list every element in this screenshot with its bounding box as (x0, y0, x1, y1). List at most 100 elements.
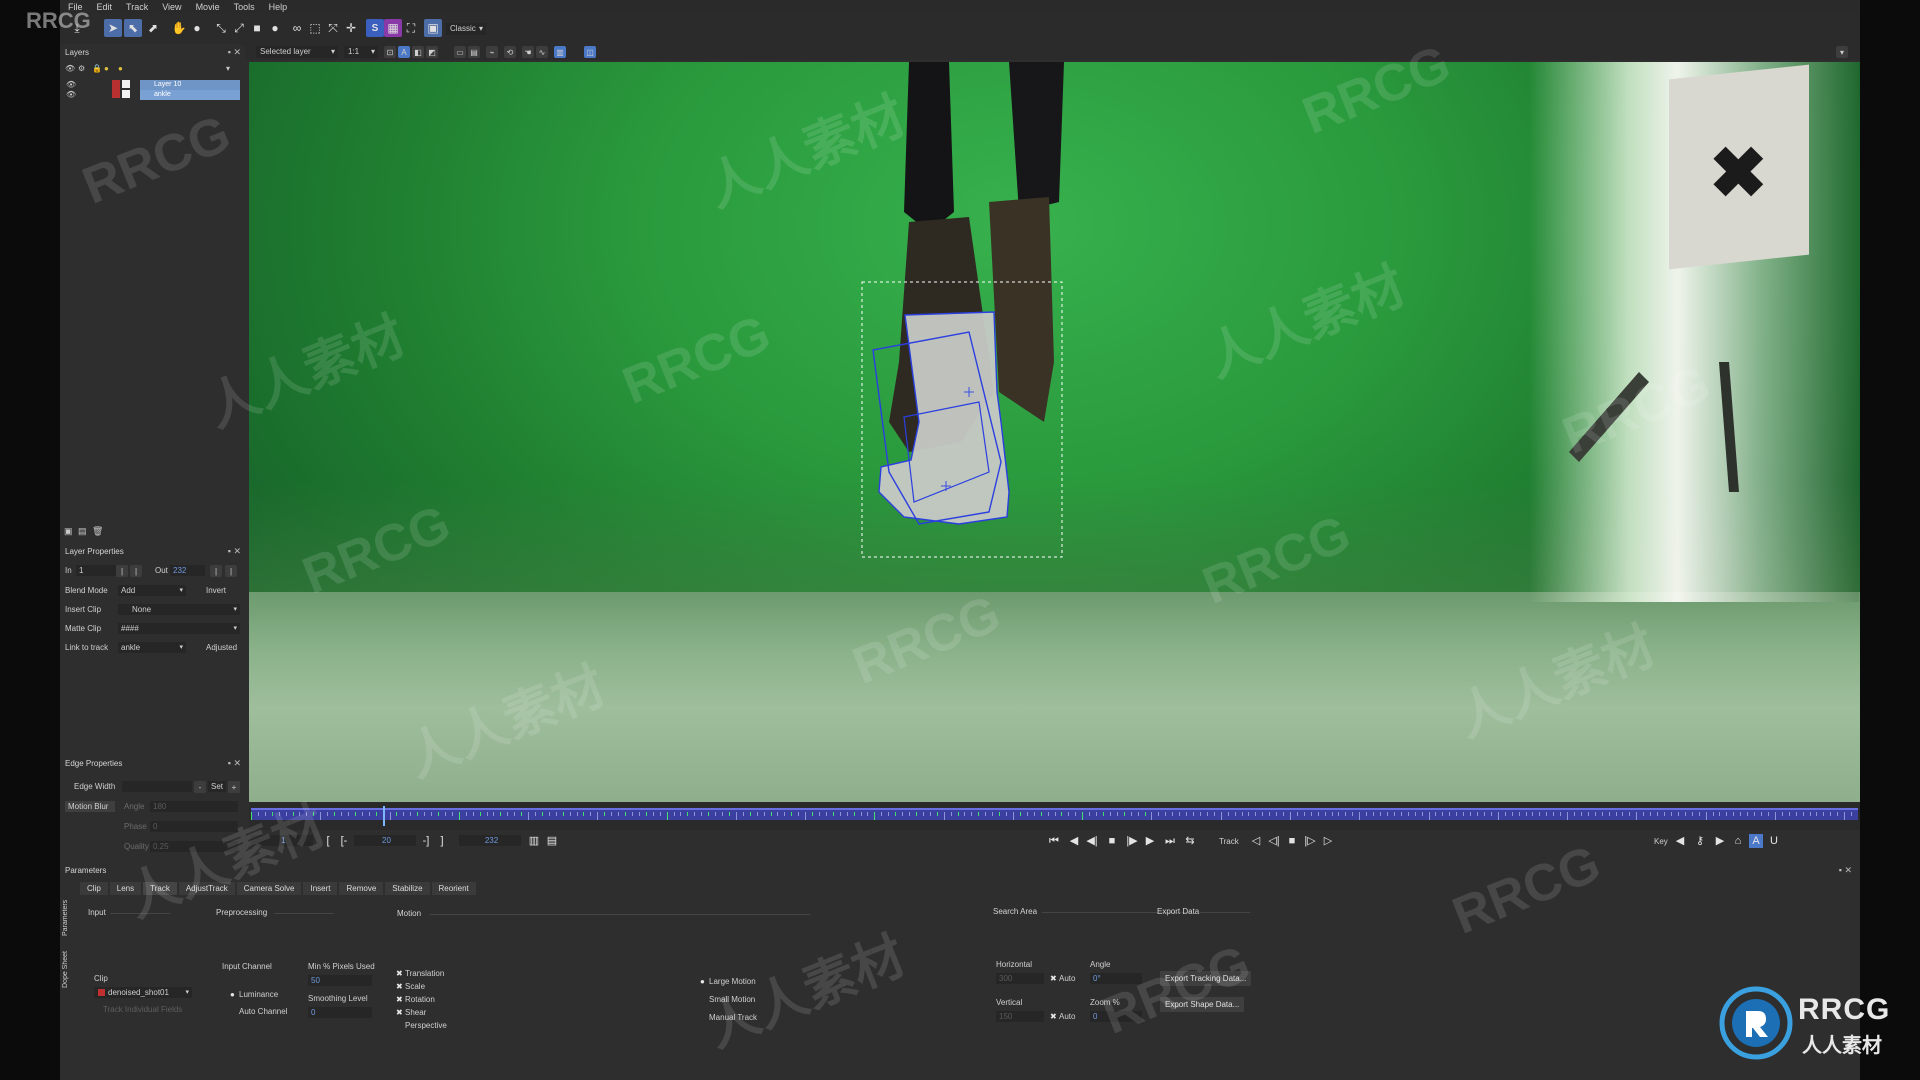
create-bezier-icon[interactable]: ⤡ (212, 19, 230, 37)
blend-mode-select[interactable]: Add (118, 585, 186, 596)
show-planes-icon[interactable]: ▭ (454, 46, 466, 58)
layer-options-icon[interactable]: ▾ (226, 64, 230, 73)
in-go-button[interactable]: | (130, 565, 142, 577)
step-forward-icon[interactable]: |▶ (1125, 834, 1139, 848)
next-key-icon[interactable]: ▶ (1713, 834, 1727, 848)
show-overlay-icon[interactable]: ◩ (426, 46, 438, 58)
range-icon[interactable]: ▥ (527, 834, 541, 848)
luminance-radio[interactable]: ● Luminance (230, 990, 278, 999)
cache-icon[interactable]: ▤ (545, 834, 559, 848)
insert-clip-select[interactable]: None (118, 604, 240, 615)
matte-clip-select[interactable]: #### (118, 623, 240, 634)
export-shape-button[interactable]: Export Shape Data... (1160, 997, 1245, 1012)
lock-icon[interactable]: 🔒 (92, 64, 102, 73)
create-xspline-icon[interactable]: ⤢ (230, 19, 248, 37)
play-forward-icon[interactable]: ▶ (1143, 834, 1157, 848)
angle-field[interactable]: 180 (150, 801, 238, 812)
tab-clip[interactable]: Clip (80, 882, 108, 895)
out-go-button[interactable]: | (225, 565, 237, 577)
render-icon[interactable]: ● (118, 64, 123, 73)
layer-visibility-icon[interactable]: 👁 (66, 80, 76, 89)
track-step-back-icon[interactable]: ◁| (1267, 834, 1281, 848)
set-in-icon[interactable]: [ (321, 834, 335, 848)
horizontal-auto-checkbox[interactable]: ✖ Auto (1050, 974, 1075, 983)
out-field[interactable]: 232 (170, 565, 205, 576)
visibility-icon[interactable]: 👁 (65, 64, 75, 73)
horizontal-field[interactable]: 300 (996, 973, 1044, 984)
viewer-option-icon[interactable]: ⊡ (384, 46, 396, 58)
layer-item[interactable]: Layer 10 (140, 80, 240, 90)
menu-edit[interactable]: Edit (97, 2, 113, 12)
move-tool-icon[interactable]: ✛ (342, 19, 360, 37)
zoom-field[interactable]: 0 (1090, 1011, 1142, 1022)
export-tracking-button[interactable]: Export Tracking Data... (1160, 971, 1252, 986)
panel-float-close-icon[interactable]: ▪ ✕ (228, 758, 241, 769)
transform-tool-icon[interactable]: ⤧ (324, 19, 342, 37)
track-stop-icon[interactable]: ■ (1285, 834, 1299, 848)
tab-insert[interactable]: Insert (303, 882, 338, 895)
shear-checkbox[interactable]: ✖ Shear (396, 1008, 426, 1017)
add-key-icon[interactable]: ⚷ (1693, 834, 1707, 848)
large-motion-radio[interactable]: ● Large Motion (700, 977, 756, 986)
layer-item[interactable]: ankle (140, 90, 240, 100)
side-tab-dope-sheet[interactable]: Dope Sheet (62, 942, 74, 988)
menu-track[interactable]: Track (126, 2, 148, 12)
small-motion-radio[interactable]: Small Motion (700, 995, 755, 1004)
rectangle-tool-icon[interactable]: ■ (248, 19, 266, 37)
phase-field[interactable]: 0 (150, 821, 238, 832)
adjusted-checkbox[interactable]: Adjusted (206, 643, 237, 652)
tab-lens[interactable]: Lens (109, 882, 142, 895)
magnet-icon[interactable]: U (1767, 834, 1781, 848)
tab-adjusttrack[interactable]: AdjustTrack (178, 882, 235, 895)
layout-preset-dropdown[interactable]: Classic (446, 23, 486, 35)
zoom-tool-icon[interactable]: ● (188, 19, 206, 37)
timeline-bar[interactable] (249, 802, 1860, 830)
color-icon[interactable]: ● (104, 64, 109, 73)
zoom-dropdown[interactable]: 1:1 (344, 46, 378, 58)
link-tool-icon[interactable]: ∞ (288, 19, 306, 37)
show-grid-icon[interactable]: ▥ (554, 46, 566, 58)
layer-toggle-icon[interactable] (122, 90, 130, 98)
vertical-auto-checkbox[interactable]: ✖ Auto (1050, 1012, 1075, 1021)
in-set-button[interactable]: | (116, 565, 128, 577)
viewer-canvas[interactable]: ✖ (249, 62, 1860, 802)
auto-channel-radio[interactable]: Auto Channel (230, 1007, 287, 1016)
edge-minus-button[interactable]: - (194, 781, 206, 793)
new-layer-icon[interactable]: ▣ (64, 526, 73, 537)
show-splines-icon[interactable]: ⌁ (486, 46, 498, 58)
timeline-track[interactable] (251, 808, 1858, 820)
tab-camera-solve[interactable]: Camera Solve (236, 882, 302, 895)
last-frame-icon[interactable]: ⏭ (1163, 834, 1177, 848)
surface-toggle-icon[interactable]: S (366, 19, 384, 37)
first-frame-icon[interactable]: ⏮ (1047, 834, 1061, 848)
tab-track[interactable]: Track (143, 882, 177, 895)
start-frame-field[interactable]: 1 (251, 835, 313, 846)
clip-select[interactable]: denoised_shot01 (94, 987, 192, 998)
show-layers-icon[interactable]: ▤ (468, 46, 480, 58)
edge-width-field[interactable] (122, 781, 192, 792)
menu-help[interactable]: Help (269, 2, 288, 12)
vertical-field[interactable]: 150 (996, 1011, 1044, 1022)
grid-toggle-icon[interactable]: ▦ (384, 19, 402, 37)
track-icon[interactable]: ⟲ (504, 46, 516, 58)
quality-field[interactable]: 0.25 (150, 841, 238, 852)
autokey-icon[interactable]: A (1749, 834, 1763, 848)
edge-set-button[interactable]: Set (208, 781, 226, 792)
scale-checkbox[interactable]: ✖ Scale (396, 982, 425, 991)
delete-layer-icon[interactable]: 🗑 (92, 526, 103, 537)
track-step-forward-icon[interactable]: |▷ (1303, 834, 1317, 848)
in-field[interactable]: 1 (76, 565, 116, 576)
layer-mode-dropdown[interactable]: Selected layer (256, 46, 338, 58)
step-back-icon[interactable]: ◀| (1085, 834, 1099, 848)
invert-checkbox[interactable]: Invert (206, 586, 226, 595)
tab-stabilize[interactable]: Stabilize (385, 882, 430, 895)
prev-key-icon[interactable]: ◀ (1673, 834, 1687, 848)
current-frame-field[interactable]: 20 (354, 835, 416, 846)
track-individual-fields-checkbox[interactable]: Track Individual Fields (94, 1005, 182, 1014)
play-back-icon[interactable]: ◀ (1067, 834, 1081, 848)
track-forward-icon[interactable]: ▷ (1321, 834, 1335, 848)
out-set-button[interactable]: | (210, 565, 222, 577)
select-points-icon[interactable]: ⬉ (124, 19, 142, 37)
motion-blur-toggle[interactable]: Motion Blur (65, 801, 115, 812)
edge-plus-button[interactable]: + (228, 781, 240, 793)
